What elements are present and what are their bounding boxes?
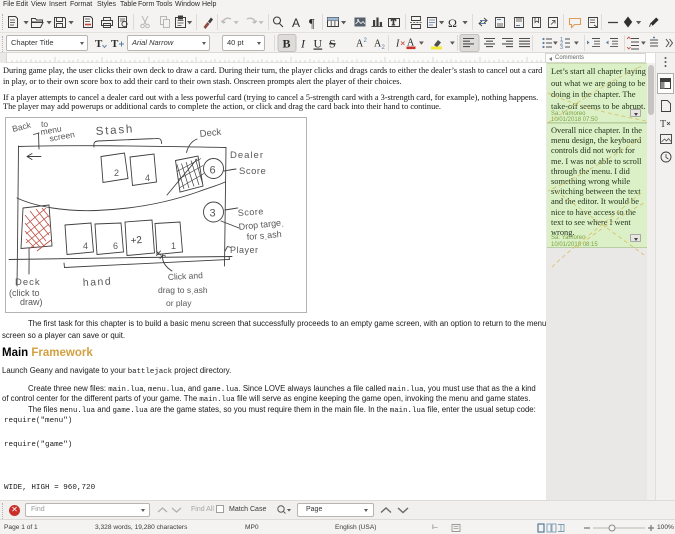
svg-text:Ω: Ω	[448, 16, 457, 30]
svg-text:+2: +2	[130, 235, 143, 247]
svg-text:Player: Player	[230, 245, 259, 255]
svg-text:Stash: Stash	[95, 123, 134, 138]
svg-text:U: U	[314, 37, 323, 51]
svg-text:T: T	[111, 38, 119, 50]
svg-text:2: 2	[382, 45, 386, 51]
svg-text:I: I	[395, 39, 400, 50]
svg-text:Dealer: Dealer	[230, 150, 264, 161]
svg-text:S: S	[329, 37, 336, 51]
svg-text:Click and: Click and	[168, 270, 204, 282]
svg-text:for sˌash: for sˌash	[246, 229, 282, 242]
svg-text:A: A	[292, 16, 300, 30]
svg-text:Back: Back	[11, 119, 32, 133]
svg-text:6: 6	[113, 241, 118, 251]
svg-text:Score: Score	[237, 206, 264, 218]
svg-text:6: 6	[210, 165, 216, 177]
svg-text:draw): draw)	[20, 297, 43, 307]
svg-text:3: 3	[210, 208, 216, 220]
svg-text:I: I	[300, 37, 306, 51]
svg-text:2: 2	[114, 168, 119, 178]
svg-text:B: B	[283, 37, 291, 51]
svg-text:4: 4	[145, 173, 150, 183]
svg-text:2: 2	[364, 38, 368, 44]
svg-text:T: T	[660, 119, 666, 130]
svg-text:4: 4	[83, 241, 88, 251]
svg-text:Deck: Deck	[15, 277, 41, 288]
svg-text:or play: or play	[166, 298, 192, 308]
svg-text:T: T	[391, 18, 396, 27]
svg-text:¶: ¶	[309, 17, 315, 31]
svg-text:1: 1	[171, 241, 176, 251]
svg-text:T: T	[95, 38, 103, 50]
svg-text:drag to sˌash: drag to sˌash	[158, 285, 208, 295]
svg-text:hand: hand	[83, 275, 113, 289]
svg-text:3: 3	[560, 45, 563, 51]
svg-text:Deck: Deck	[199, 127, 222, 140]
svg-text:Score: Score	[239, 166, 266, 177]
